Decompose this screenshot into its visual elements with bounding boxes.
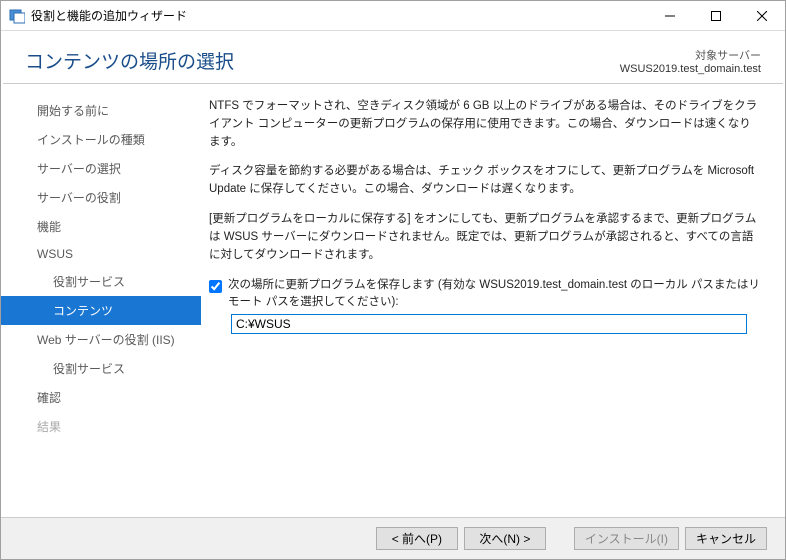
store-updates-row: 次の場所に更新プログラムを保存します (有効な WSUS2019.test_do… (209, 277, 761, 313)
sidebar-item-features[interactable]: 機能 (1, 212, 201, 241)
sidebar-item-results: 結果 (1, 412, 201, 441)
main-panel: NTFS でフォーマットされ、空きディスク領域が 6 GB 以上のドライブがある… (201, 84, 785, 517)
target-server-label: 対象サーバー (620, 47, 761, 63)
sidebar-item-installation-type[interactable]: インストールの種類 (1, 125, 201, 154)
cancel-button[interactable]: キャンセル (685, 527, 767, 550)
target-server: 対象サーバー WSUS2019.test_domain.test (620, 47, 761, 75)
wizard-header: コンテンツの場所の選択 対象サーバー WSUS2019.test_domain.… (1, 31, 785, 83)
target-server-name: WSUS2019.test_domain.test (620, 63, 761, 75)
minimize-button[interactable] (647, 1, 693, 31)
description-paragraph-3: [更新プログラムをローカルに保存する] をオンにしても、更新プログラムを承認する… (209, 211, 761, 264)
sidebar-item-server-roles[interactable]: サーバーの役割 (1, 183, 201, 212)
store-updates-label[interactable]: 次の場所に更新プログラムを保存します (有効な WSUS2019.test_do… (228, 277, 761, 313)
sidebar-item-server-selection[interactable]: サーバーの選択 (1, 154, 201, 183)
sidebar-item-role-services[interactable]: 役割サービス (1, 267, 201, 296)
titlebar: 役割と機能の追加ウィザード (1, 1, 785, 31)
sidebar-item-content[interactable]: コンテンツ (1, 296, 201, 325)
window-title: 役割と機能の追加ウィザード (31, 7, 647, 24)
sidebar-item-role-services-iis[interactable]: 役割サービス (1, 354, 201, 383)
wizard-content: 開始する前に インストールの種類 サーバーの選択 サーバーの役割 機能 WSUS… (1, 84, 785, 517)
window-controls (647, 1, 785, 31)
sidebar-item-wsus[interactable]: WSUS (1, 241, 201, 267)
page-title: コンテンツの場所の選択 (25, 47, 234, 74)
close-button[interactable] (739, 1, 785, 31)
sidebar-item-web-server-role[interactable]: Web サーバーの役割 (IIS) (1, 325, 201, 354)
install-button: インストール(I) (574, 527, 679, 550)
wizard-window: 役割と機能の追加ウィザード コンテンツの場所の選択 対象サーバー WSUS201… (0, 0, 786, 560)
description-paragraph-1: NTFS でフォーマットされ、空きディスク領域が 6 GB 以上のドライブがある… (209, 98, 761, 151)
app-icon (9, 8, 25, 24)
wizard-footer: < 前へ(P) 次へ(N) > インストール(I) キャンセル (1, 517, 785, 559)
sidebar-item-confirmation[interactable]: 確認 (1, 383, 201, 412)
sidebar: 開始する前に インストールの種類 サーバーの選択 サーバーの役割 機能 WSUS… (1, 84, 201, 517)
description-paragraph-2: ディスク容量を節約する必要がある場合は、チェック ボックスをオフにして、更新プロ… (209, 163, 761, 199)
content-path-input[interactable] (231, 314, 747, 334)
next-button[interactable]: 次へ(N) > (464, 527, 546, 550)
previous-button[interactable]: < 前へ(P) (376, 527, 458, 550)
maximize-button[interactable] (693, 1, 739, 31)
sidebar-item-before-you-begin[interactable]: 開始する前に (1, 96, 201, 125)
store-updates-checkbox[interactable] (209, 280, 222, 293)
